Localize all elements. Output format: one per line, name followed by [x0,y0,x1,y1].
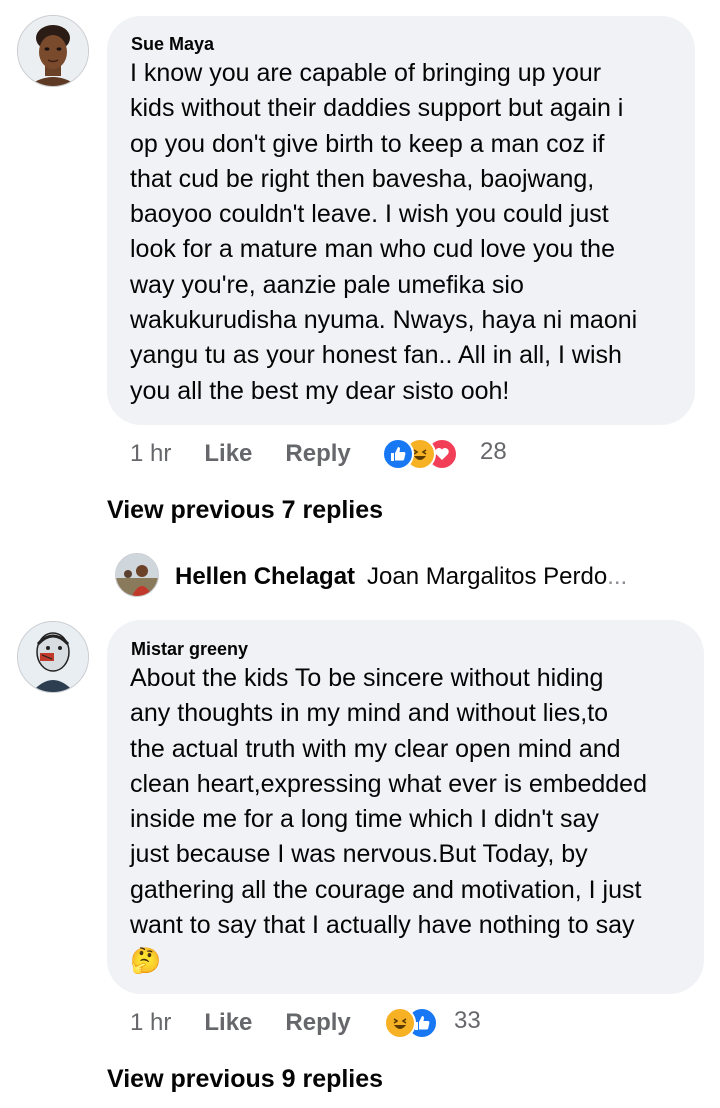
person-photo-icon [116,554,158,596]
view-previous-replies-link[interactable]: View previous 9 replies [107,1065,383,1094]
commenter-avatar[interactable] [17,15,89,87]
reply-author-avatar[interactable] [115,553,159,597]
haha-reaction-icon [384,1007,416,1039]
comment-line: inside me for a long time which I didn't… [130,805,599,834]
comment-actions: 1 hr Like Reply [130,438,351,470]
comment-bubble: Mistar greeny About the kids To be since… [107,620,704,994]
comment-timestamp[interactable]: 1 hr [130,1009,171,1037]
comment-author-name[interactable]: Mistar greeny [131,639,248,660]
comment-line: clean heart,expressing what ever is embe… [130,769,647,798]
comment-line: About the kids To be sincere without hid… [130,664,604,692]
comment-line: op you don't give birth to keep a man co… [130,129,605,158]
comment-line: wakukurudisha nyuma. Nways, haya ni maon… [130,306,638,335]
reply-button[interactable]: Reply [285,440,350,468]
latest-reply-preview[interactable]: Hellen Chelagat Joan Margalitos Perdo... [175,563,695,591]
commenter-avatar[interactable] [17,621,89,693]
cartoon-face-icon [18,622,88,692]
reaction-count[interactable]: 28 [480,438,507,466]
comment-text: I know you are capable of bringing up yo… [130,56,690,409]
like-button[interactable]: Like [204,440,252,468]
comment-line: the actual truth with my clear open mind… [130,734,621,763]
comment-line: just because I was nervous.But Today, by [130,840,588,869]
comment-line: you all the best my dear sisto ooh! [130,376,510,405]
reply-button[interactable]: Reply [285,1009,350,1037]
comment-line: that cud be right then bavesha, baojwang… [130,164,595,193]
view-previous-replies-link[interactable]: View previous 7 replies [107,496,383,525]
comment-text: About the kids To be sincere without hid… [130,661,700,979]
comment-actions: 1 hr Like Reply [130,1007,351,1039]
reply-ellipsis: ... [607,563,628,590]
reactions-summary[interactable] [384,1006,448,1040]
woman-face-icon [18,16,88,86]
comment-line: look for a mature man who cud love you t… [130,235,615,264]
comment-author-name[interactable]: Sue Maya [131,34,214,55]
reply-text: Joan Margalitos Perdo [367,563,608,590]
thinking-face-emoji: 🤔 [130,946,162,976]
comment-line: gathering all the courage and motivation… [130,875,642,904]
comment-bubble: Sue Maya I know you are capable of bring… [107,16,695,425]
comment-timestamp[interactable]: 1 hr [130,440,171,468]
comment-line: yangu tu as your honest fan.. All in all… [130,341,622,370]
comment-line: I know you are capable of bringing up yo… [130,59,602,87]
comment-line: baoyoo couldn't leave. I wish you could … [130,200,609,229]
comment-line: way you're, aanzie pale umefika sio [130,270,524,299]
comment-line: want to say that I actually have nothing… [130,911,635,940]
reaction-count[interactable]: 33 [454,1007,481,1035]
like-button[interactable]: Like [204,1009,252,1037]
like-reaction-icon [382,438,414,470]
comment-line: any thoughts in my mind and without lies… [130,699,609,728]
reply-author-name[interactable]: Hellen Chelagat [175,563,355,591]
comment-line: kids without their daddies support but a… [130,94,624,123]
reactions-summary[interactable] [382,437,472,471]
